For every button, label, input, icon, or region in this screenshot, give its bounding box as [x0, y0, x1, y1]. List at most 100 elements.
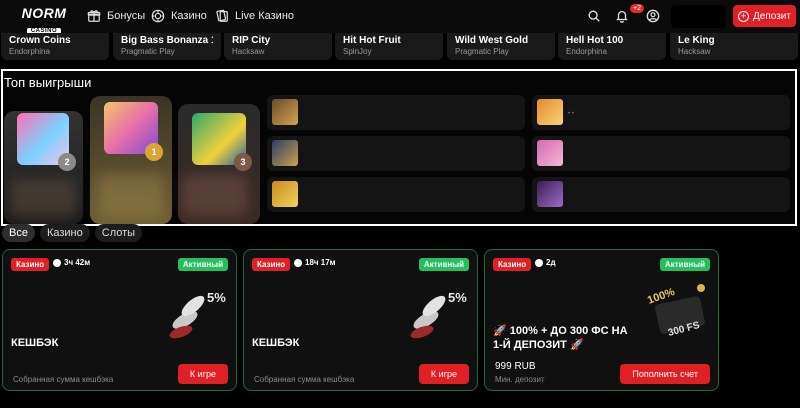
tab-slots[interactable]: Слоты [94, 224, 143, 242]
casino-chip-icon [151, 9, 165, 23]
game-title: Big Bass Bonanza 1... [121, 35, 213, 46]
game-title: Hit Hot Fruit [343, 35, 401, 46]
game-thumbnail [272, 181, 298, 207]
game-provider: SpinJoy [343, 47, 372, 56]
timer-value: 18ч 17м [305, 258, 336, 267]
timer-value: 3ч 42м [64, 258, 91, 267]
game-thumbnail [272, 99, 298, 125]
game-thumbnail [272, 140, 298, 166]
cashback-percent-text: 5% [207, 290, 226, 305]
winner-placeholder: • • [568, 111, 574, 117]
nav-bonuses-label: Бонусы [107, 10, 146, 22]
game-title: Le King [678, 35, 715, 46]
podium-rank-2[interactable]: 2 [4, 111, 83, 224]
bonus-title: 🚀 100% + ДО 300 ФС НА 1-Й ДЕПОЗИТ 🚀 [493, 324, 643, 352]
norm-casino-logo[interactable]: NORM CASINO [20, 6, 68, 36]
win-list-item[interactable]: • • [532, 95, 790, 130]
bonus-title-line-2: 1-Й ДЕПОЗИТ 🚀 [493, 339, 584, 351]
tab-casino[interactable]: Казино [39, 224, 90, 242]
status-badge: Активный [418, 258, 469, 271]
game-tile[interactable]: Big Bass Bonanza 1... Pragmatic Play [113, 33, 221, 60]
category-tag: Казино [252, 258, 291, 271]
bonus-timer: 2д [535, 258, 556, 267]
game-title: RIP City [232, 35, 271, 46]
min-deposit-amount: 999 RUB [495, 361, 536, 372]
podium-rank-1[interactable]: 1 [90, 96, 172, 224]
win-list-item[interactable] [267, 95, 525, 130]
bonus-title: КЕШБЭК [252, 337, 300, 349]
bonus-title: КЕШБЭК [11, 337, 59, 349]
game-provider: Hacksaw [232, 47, 265, 56]
game-title: Wild West Gold [455, 35, 529, 46]
category-tag: Казино [493, 258, 532, 271]
play-button[interactable]: К игре [418, 364, 469, 384]
nav-casino-label: Казино [171, 10, 207, 22]
bonus-card-cashback[interactable]: Казино 3ч 42м Активный 5% КЕШБЭК Собранн… [2, 249, 237, 391]
recent-games-row: Crown Coins Endorphina Big Bass Bonanza … [0, 33, 800, 60]
top-wins-section: Топ выигрыши 2 1 3 • • [1, 69, 797, 226]
balance-area[interactable] [671, 5, 726, 28]
win-list-item[interactable] [532, 136, 790, 171]
timer-value: 2д [546, 258, 556, 267]
game-provider: Endorphina [566, 47, 607, 56]
winner-info-blurred [182, 174, 248, 216]
game-tile[interactable]: Crown Coins Endorphina [1, 33, 109, 60]
game-provider: Endorphina [9, 47, 50, 56]
game-title: Crown Coins [9, 35, 71, 46]
game-tile[interactable]: Hit Hot Fruit SpinJoy [335, 33, 443, 60]
winner-info-blurred [98, 174, 164, 218]
deposit-label: Депозит [753, 10, 791, 22]
clock-icon [535, 258, 543, 267]
nav-live-casino[interactable]: Live Казино [215, 9, 294, 23]
plus-icon: + [738, 10, 750, 22]
bonus-footer: Собранная сумма кешбэка [13, 375, 114, 384]
notification-badge: +2 [630, 4, 644, 13]
gift-icon [87, 10, 101, 22]
live-cards-icon [216, 9, 228, 22]
bonus-filter-tabs: Все Казино Слоты [2, 224, 143, 242]
game-provider: Pragmatic Play [455, 47, 509, 56]
deposit-bonus-illustration: 100% 300 FS [646, 284, 705, 339]
bell-icon[interactable] [615, 9, 629, 23]
game-provider: Hacksaw [678, 47, 711, 56]
deposit-button[interactable]: + Депозит [733, 5, 796, 27]
game-tile[interactable]: Wild West Gold Pragmatic Play [447, 33, 555, 60]
status-badge: Активный [659, 258, 710, 271]
top-header: NORM CASINO Бонусы Казино Live Казино +2… [0, 0, 800, 36]
win-list-item[interactable] [532, 177, 790, 212]
bonus-card-first-deposit[interactable]: Казино 2д Активный 100% 300 FS 🚀 100% + … [484, 249, 719, 391]
game-thumbnail [537, 181, 563, 207]
game-provider: Pragmatic Play [121, 47, 175, 56]
logo-wordmark: NORM [21, 5, 67, 21]
game-tile[interactable]: Hell Hot 100 Endorphina [558, 33, 666, 60]
game-tile[interactable]: Le King Hacksaw [670, 33, 798, 60]
clock-icon [53, 258, 61, 267]
game-title: Hell Hot 100 [566, 35, 624, 46]
bonus-title-line-1: 🚀 100% + ДО 300 ФС НА [493, 325, 628, 337]
game-thumbnail [537, 140, 563, 166]
top-up-button[interactable]: Пополнить счет [620, 364, 710, 384]
podium-rank-3[interactable]: 3 [178, 104, 260, 224]
win-list-item[interactable] [267, 136, 525, 171]
bonus-footer: Собранная сумма кешбэка [254, 375, 355, 384]
bonus-timer: 3ч 42м [53, 258, 90, 267]
bonus-card-cashback[interactable]: Казино 18ч 17м Активный 5% КЕШБЭК Собран… [243, 249, 478, 391]
cashback-percent-text: 5% [448, 290, 467, 305]
search-icon[interactable] [587, 9, 601, 23]
game-tile[interactable]: RIP City Hacksaw [224, 33, 332, 60]
top-wins-title: Топ выигрыши [4, 75, 92, 90]
game-thumbnail [537, 99, 563, 125]
cashback-coins-illustration: 5% [169, 290, 226, 339]
rank-medal: 2 [58, 153, 76, 171]
win-list-item[interactable] [267, 177, 525, 212]
bonus-footer: Мин. депозит [495, 375, 545, 384]
tab-all[interactable]: Все [2, 224, 35, 242]
cashback-coins-illustration: 5% [410, 290, 467, 339]
category-tag: Казино [11, 258, 50, 271]
play-button[interactable]: К игре [177, 364, 228, 384]
user-icon[interactable] [646, 9, 660, 23]
clock-icon [294, 258, 302, 267]
nav-casino[interactable]: Казино [151, 9, 207, 23]
nav-bonuses[interactable]: Бонусы [87, 9, 145, 23]
winner-info-blurred [10, 179, 76, 217]
